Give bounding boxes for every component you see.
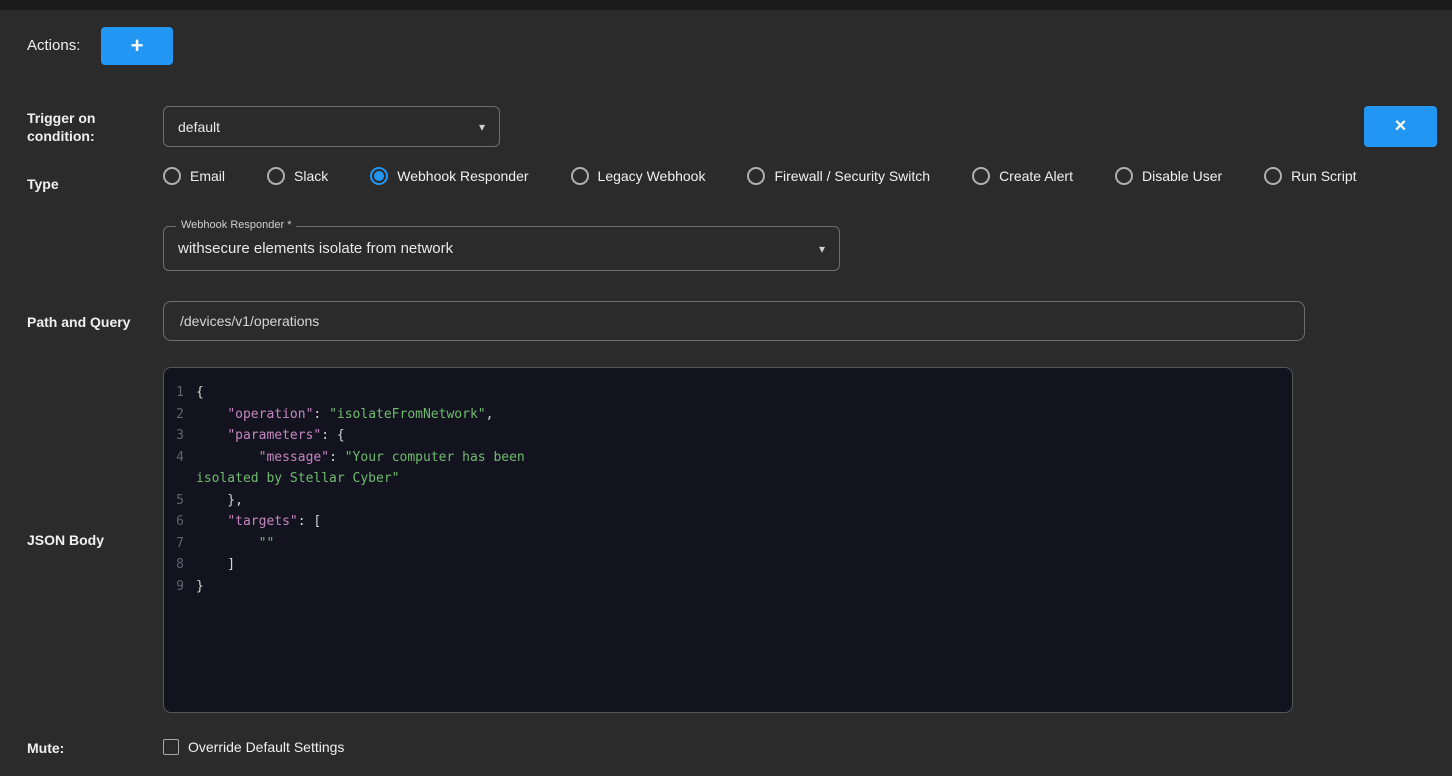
radio-label: Slack — [294, 168, 328, 184]
code-line: 9} — [164, 576, 1292, 598]
override-default-settings-checkbox[interactable] — [163, 739, 179, 755]
actions-label: Actions: — [27, 37, 80, 54]
radio-icon — [267, 167, 285, 185]
line-number: 7 — [164, 533, 196, 555]
radio-label: Email — [190, 168, 225, 184]
code-line-content: "targets": [ — [196, 511, 321, 533]
top-bar — [0, 0, 1452, 10]
remove-action-button[interactable]: × — [1364, 106, 1437, 147]
radio-label: Webhook Responder — [397, 168, 528, 184]
type-label: Type — [27, 176, 59, 192]
json-body-editor[interactable]: 1{2 "operation": "isolateFromNetwork",3 … — [163, 367, 1293, 713]
add-action-button[interactable]: + — [101, 27, 173, 65]
radio-icon — [571, 167, 589, 185]
code-line-content: { — [196, 382, 204, 404]
code-line: 1{ — [164, 382, 1292, 404]
webhook-responder-field-label: Webhook Responder * — [176, 219, 296, 231]
line-number: 6 — [164, 511, 196, 533]
override-default-settings-label: Override Default Settings — [188, 739, 344, 755]
trigger-condition-value: default — [178, 119, 471, 135]
chevron-down-icon: ▾ — [819, 242, 825, 256]
radio-firewall-security-switch[interactable]: Firewall / Security Switch — [747, 167, 930, 185]
code-line: 4 "message": "Your computer has been — [164, 447, 1292, 469]
code-line: 2 "operation": "isolateFromNetwork", — [164, 404, 1292, 426]
code-line: 3 "parameters": { — [164, 425, 1292, 447]
radio-label: Disable User — [1142, 168, 1222, 184]
radio-label: Legacy Webhook — [598, 168, 706, 184]
radio-icon — [972, 167, 990, 185]
radio-create-alert[interactable]: Create Alert — [972, 167, 1073, 185]
radio-legacy-webhook[interactable]: Legacy Webhook — [571, 167, 706, 185]
code-line: 6 "targets": [ — [164, 511, 1292, 533]
code-line-content: } — [196, 576, 204, 598]
radio-disable-user[interactable]: Disable User — [1115, 167, 1222, 185]
webhook-responder-value: withsecure elements isolate from network — [178, 240, 811, 257]
line-number: 2 — [164, 404, 196, 426]
radio-run-script[interactable]: Run Script — [1264, 167, 1356, 185]
line-number: 8 — [164, 554, 196, 576]
trigger-condition-select[interactable]: default ▾ — [163, 106, 500, 147]
code-line-content: "operation": "isolateFromNetwork", — [196, 404, 493, 426]
radio-icon — [163, 167, 181, 185]
chevron-down-icon: ▾ — [479, 120, 485, 134]
radio-icon — [370, 167, 388, 185]
override-default-settings-option[interactable]: Override Default Settings — [163, 739, 344, 755]
line-number: 4 — [164, 447, 196, 469]
code-line: 8 ] — [164, 554, 1292, 576]
json-body-label: JSON Body — [27, 532, 104, 548]
code-line-content: }, — [196, 490, 243, 512]
path-and-query-label: Path and Query — [27, 314, 130, 330]
radio-webhook-responder[interactable]: Webhook Responder — [370, 167, 528, 185]
line-number — [164, 468, 196, 490]
code-line-content: "" — [196, 533, 274, 555]
code-line: isolated by Stellar Cyber" — [164, 468, 1292, 490]
plus-icon: + — [131, 33, 144, 59]
type-radio-group: Email Slack Webhook Responder Legacy Webhoo… — [163, 167, 1357, 185]
radio-slack[interactable]: Slack — [267, 167, 328, 185]
webhook-responder-select[interactable]: Webhook Responder * withsecure elements … — [163, 226, 840, 271]
code-line: 7 "" — [164, 533, 1292, 555]
line-number: 3 — [164, 425, 196, 447]
code-line: 5 }, — [164, 490, 1292, 512]
mute-label: Mute: — [27, 740, 64, 756]
radio-icon — [1264, 167, 1282, 185]
code-line-content: "message": "Your computer has been — [196, 447, 525, 469]
code-line-content: ] — [196, 554, 235, 576]
radio-icon — [1115, 167, 1133, 185]
code-line-content: isolated by Stellar Cyber" — [196, 468, 400, 490]
trigger-condition-label: Trigger on condition: — [27, 109, 123, 145]
close-icon: × — [1395, 115, 1407, 138]
line-number: 9 — [164, 576, 196, 598]
line-number: 5 — [164, 490, 196, 512]
radio-label: Create Alert — [999, 168, 1073, 184]
line-number: 1 — [164, 382, 196, 404]
code-line-content: "parameters": { — [196, 425, 345, 447]
radio-label: Firewall / Security Switch — [774, 168, 930, 184]
path-and-query-input[interactable] — [163, 301, 1305, 341]
json-editor-code: 1{2 "operation": "isolateFromNetwork",3 … — [164, 382, 1292, 597]
radio-email[interactable]: Email — [163, 167, 225, 185]
radio-icon — [747, 167, 765, 185]
radio-label: Run Script — [1291, 168, 1356, 184]
